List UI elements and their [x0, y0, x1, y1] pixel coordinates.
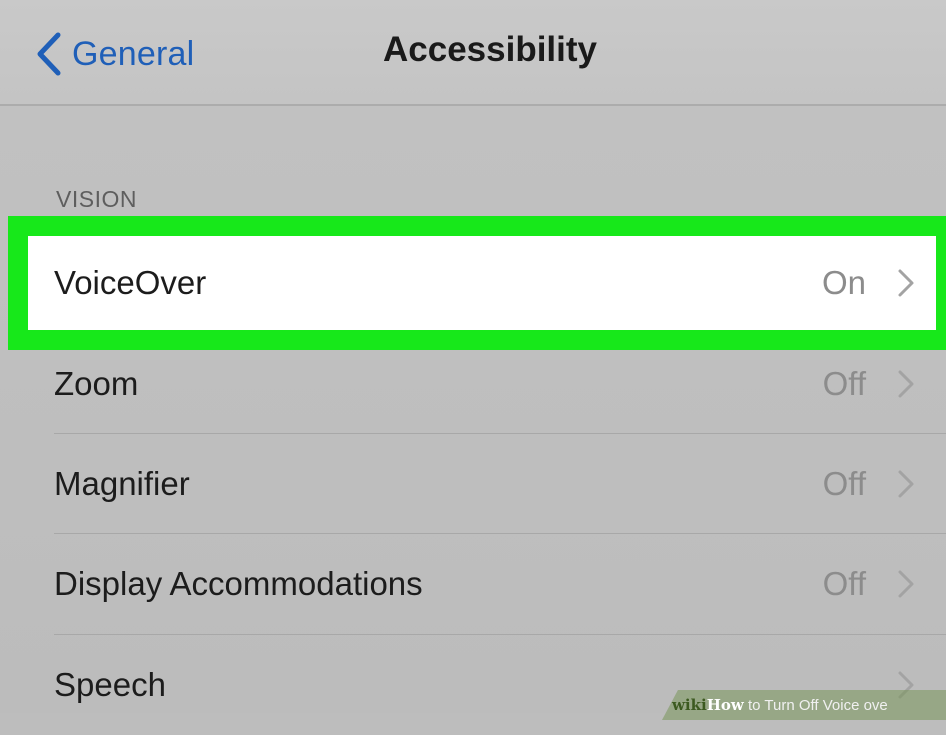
back-button-label: General [72, 34, 195, 73]
watermark-caption: to Turn Off Voice ove [743, 697, 888, 714]
row-voiceover-value: On [821, 264, 866, 301]
row-speech-label: Speech [54, 666, 166, 703]
chevron-right-icon [898, 269, 914, 297]
chevron-right-icon [898, 470, 914, 498]
row-display-accommodations-label: Display Accommodations [54, 565, 423, 602]
row-zoom-value: Off [822, 365, 866, 402]
row-zoom[interactable]: Zoom Off [0, 334, 946, 434]
row-magnifier-value: Off [822, 465, 866, 502]
row-display-accommodations-value: Off [822, 565, 866, 602]
chevron-right-icon [898, 570, 914, 598]
row-magnifier[interactable]: Magnifier Off [0, 434, 946, 534]
row-display-accommodations[interactable]: Display Accommodations Off [0, 534, 946, 634]
row-voiceover-label: VoiceOver [54, 264, 207, 301]
chevron-left-icon [37, 32, 61, 76]
back-button[interactable]: General [34, 24, 194, 84]
section-header-vision: VISION [56, 186, 137, 212]
row-speech[interactable]: Speech [0, 635, 946, 735]
watermark-brand: wiki [672, 696, 707, 714]
watermark-how: How [706, 696, 744, 714]
row-voiceover[interactable]: VoiceOver On [28, 236, 936, 330]
settings-screen: General Accessibility VISION VoiceOver O… [0, 0, 946, 720]
watermark-text: wikiHow to Turn Off Voice ove [672, 696, 888, 714]
page-title: Accessibility [383, 30, 597, 69]
row-zoom-label: Zoom [54, 365, 139, 402]
navigation-bar: General Accessibility [0, 0, 946, 106]
row-magnifier-label: Magnifier [54, 465, 190, 502]
chevron-right-icon [898, 370, 914, 398]
